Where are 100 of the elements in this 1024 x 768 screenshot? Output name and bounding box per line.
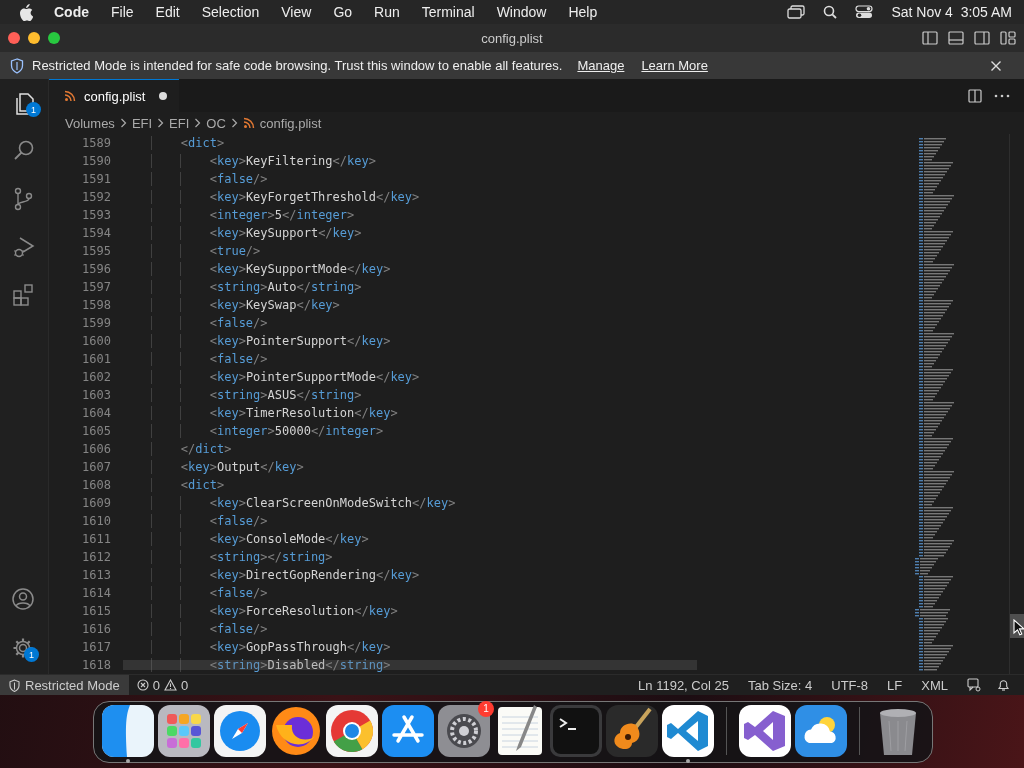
- code-line: <key>GopPassThrough</key>: [123, 640, 391, 654]
- line-number: 1608: [81, 478, 111, 492]
- status-item[interactable]: Tab Size: 4: [747, 677, 813, 693]
- code-line: <key>PointerSupportMode</key>: [123, 370, 420, 384]
- code-line: <key>KeyFiltering</key>: [123, 154, 376, 168]
- menu-item[interactable]: Selection: [201, 4, 260, 20]
- chevron-icon: [230, 118, 238, 128]
- feedback-icon[interactable]: [967, 678, 981, 692]
- code-line: <false/>: [123, 172, 268, 186]
- code-line: <key>KeyForgetThreshold</key>: [123, 190, 420, 204]
- run-debug-icon[interactable]: [11, 234, 37, 260]
- breadcrumb-item[interactable]: config.plist: [259, 115, 322, 131]
- more-icon[interactable]: [994, 93, 1010, 98]
- gear-icon[interactable]: [438, 704, 490, 757]
- menu-item[interactable]: Go: [333, 4, 353, 20]
- code-line: <key>KeySupportMode</key>: [123, 262, 391, 276]
- visual-studio-icon[interactable]: [739, 704, 791, 757]
- chrome-icon[interactable]: [326, 704, 378, 757]
- minimize-button[interactable]: [28, 32, 40, 44]
- launchpad-icon[interactable]: [158, 704, 210, 757]
- code-line: <true/>: [123, 244, 261, 258]
- chevron-icon: [194, 118, 202, 128]
- close-icon[interactable]: [990, 59, 1002, 72]
- guitar-icon[interactable]: [606, 704, 658, 757]
- menu-item[interactable]: Run: [374, 4, 400, 20]
- app-menu[interactable]: Code: [54, 4, 89, 20]
- line-number: 1607: [81, 460, 111, 474]
- banner-link[interactable]: Learn More: [641, 58, 708, 73]
- vscode-icon[interactable]: [662, 704, 714, 757]
- line-number: 1606: [81, 442, 111, 456]
- code-line: <key>Output</key>: [123, 460, 304, 474]
- fox-globe-icon[interactable]: [270, 704, 322, 757]
- code-line: <string>Auto</string>: [123, 280, 362, 294]
- line-number: 1613: [81, 568, 111, 582]
- line-number: 1590: [81, 154, 111, 168]
- line-number: 1599: [81, 316, 111, 330]
- finder-icon[interactable]: [102, 704, 154, 757]
- code-line: <key>KeySupport</key>: [123, 226, 362, 240]
- problems-indicator[interactable]: 0 0: [136, 677, 189, 693]
- menu-item[interactable]: Edit: [155, 4, 180, 20]
- control-center-icon[interactable]: [855, 5, 874, 19]
- code-line: <dict>: [123, 478, 225, 492]
- line-number: 1593: [81, 208, 111, 222]
- banner-message: Restricted Mode is intended for safe code browsing. Trust this window to enable all features.: [32, 58, 563, 73]
- pointer-cursor-icon: [1013, 619, 1024, 636]
- code-line: <key>ConsoleMode</key>: [123, 532, 369, 546]
- line-number: 1609: [81, 496, 111, 510]
- windows-icon[interactable]: [787, 5, 806, 19]
- breadcrumb-item[interactable]: Volumes: [65, 115, 115, 131]
- line-number: 1614: [81, 586, 111, 600]
- breadcrumb-item[interactable]: EFI: [169, 115, 190, 131]
- code-line: <false/>: [123, 622, 268, 636]
- cloud-sun-icon[interactable]: [795, 704, 847, 757]
- split-editor-icon[interactable]: [968, 88, 982, 103]
- close-button[interactable]: [8, 32, 20, 44]
- line-number: 1610: [81, 514, 111, 528]
- shield-icon: [10, 57, 24, 74]
- line-number: 1597: [81, 280, 111, 294]
- line-number: 1605: [81, 424, 111, 438]
- code-line: <string>Disabled</string>: [123, 658, 391, 672]
- apple-logo-icon[interactable]: [19, 3, 33, 21]
- bell-icon[interactable]: [997, 678, 1010, 692]
- status-item[interactable]: UTF-8: [831, 677, 869, 693]
- menu-item[interactable]: View: [281, 4, 312, 20]
- code-line: <false/>: [123, 316, 268, 330]
- search-icon[interactable]: [823, 5, 838, 19]
- status-item[interactable]: Ln 1192, Col 25: [638, 677, 729, 693]
- menu-item[interactable]: Window: [496, 4, 547, 20]
- chevron-icon: [119, 118, 127, 128]
- horizontal-scrollbar[interactable]: [123, 660, 697, 670]
- layout-icon[interactable]: [1000, 31, 1016, 45]
- editor-tab[interactable]: config.plist: [49, 79, 180, 112]
- menu-item[interactable]: Terminal: [421, 4, 475, 20]
- panel-icon[interactable]: [948, 31, 964, 45]
- restricted-mode-indicator[interactable]: Restricted Mode: [0, 675, 129, 695]
- line-number: 1600: [81, 334, 111, 348]
- breadcrumb-item[interactable]: OC: [206, 115, 226, 131]
- code-line: <key>PointerSupport</key>: [123, 334, 391, 348]
- notification-badge: 1: [478, 700, 494, 717]
- status-item[interactable]: LF: [887, 677, 903, 693]
- line-number: 1616: [81, 622, 111, 636]
- breadcrumb-item[interactable]: EFI: [131, 115, 153, 131]
- line-number: 1611: [81, 532, 111, 546]
- banner-link[interactable]: Manage: [577, 58, 625, 73]
- menu-item[interactable]: File: [111, 4, 134, 20]
- account-icon[interactable]: [11, 587, 37, 613]
- zoom-button[interactable]: [48, 32, 60, 44]
- unsaved-dot: [159, 92, 168, 100]
- menu-item[interactable]: Help: [568, 4, 598, 20]
- status-item[interactable]: XML: [921, 677, 948, 693]
- clock[interactable]: Sat Nov 4 3:05 AM: [891, 4, 1012, 20]
- app-store-icon[interactable]: [382, 704, 434, 757]
- warning-icon: [163, 679, 177, 691]
- code-line: <false/>: [123, 586, 268, 600]
- compass-icon[interactable]: [214, 704, 266, 757]
- code-line: <dict>: [123, 136, 225, 150]
- secondary-sidebar-icon[interactable]: [974, 31, 990, 45]
- line-number: 1602: [81, 370, 111, 384]
- sidebar-icon[interactable]: [922, 31, 938, 45]
- line-number: 1603: [81, 388, 111, 402]
